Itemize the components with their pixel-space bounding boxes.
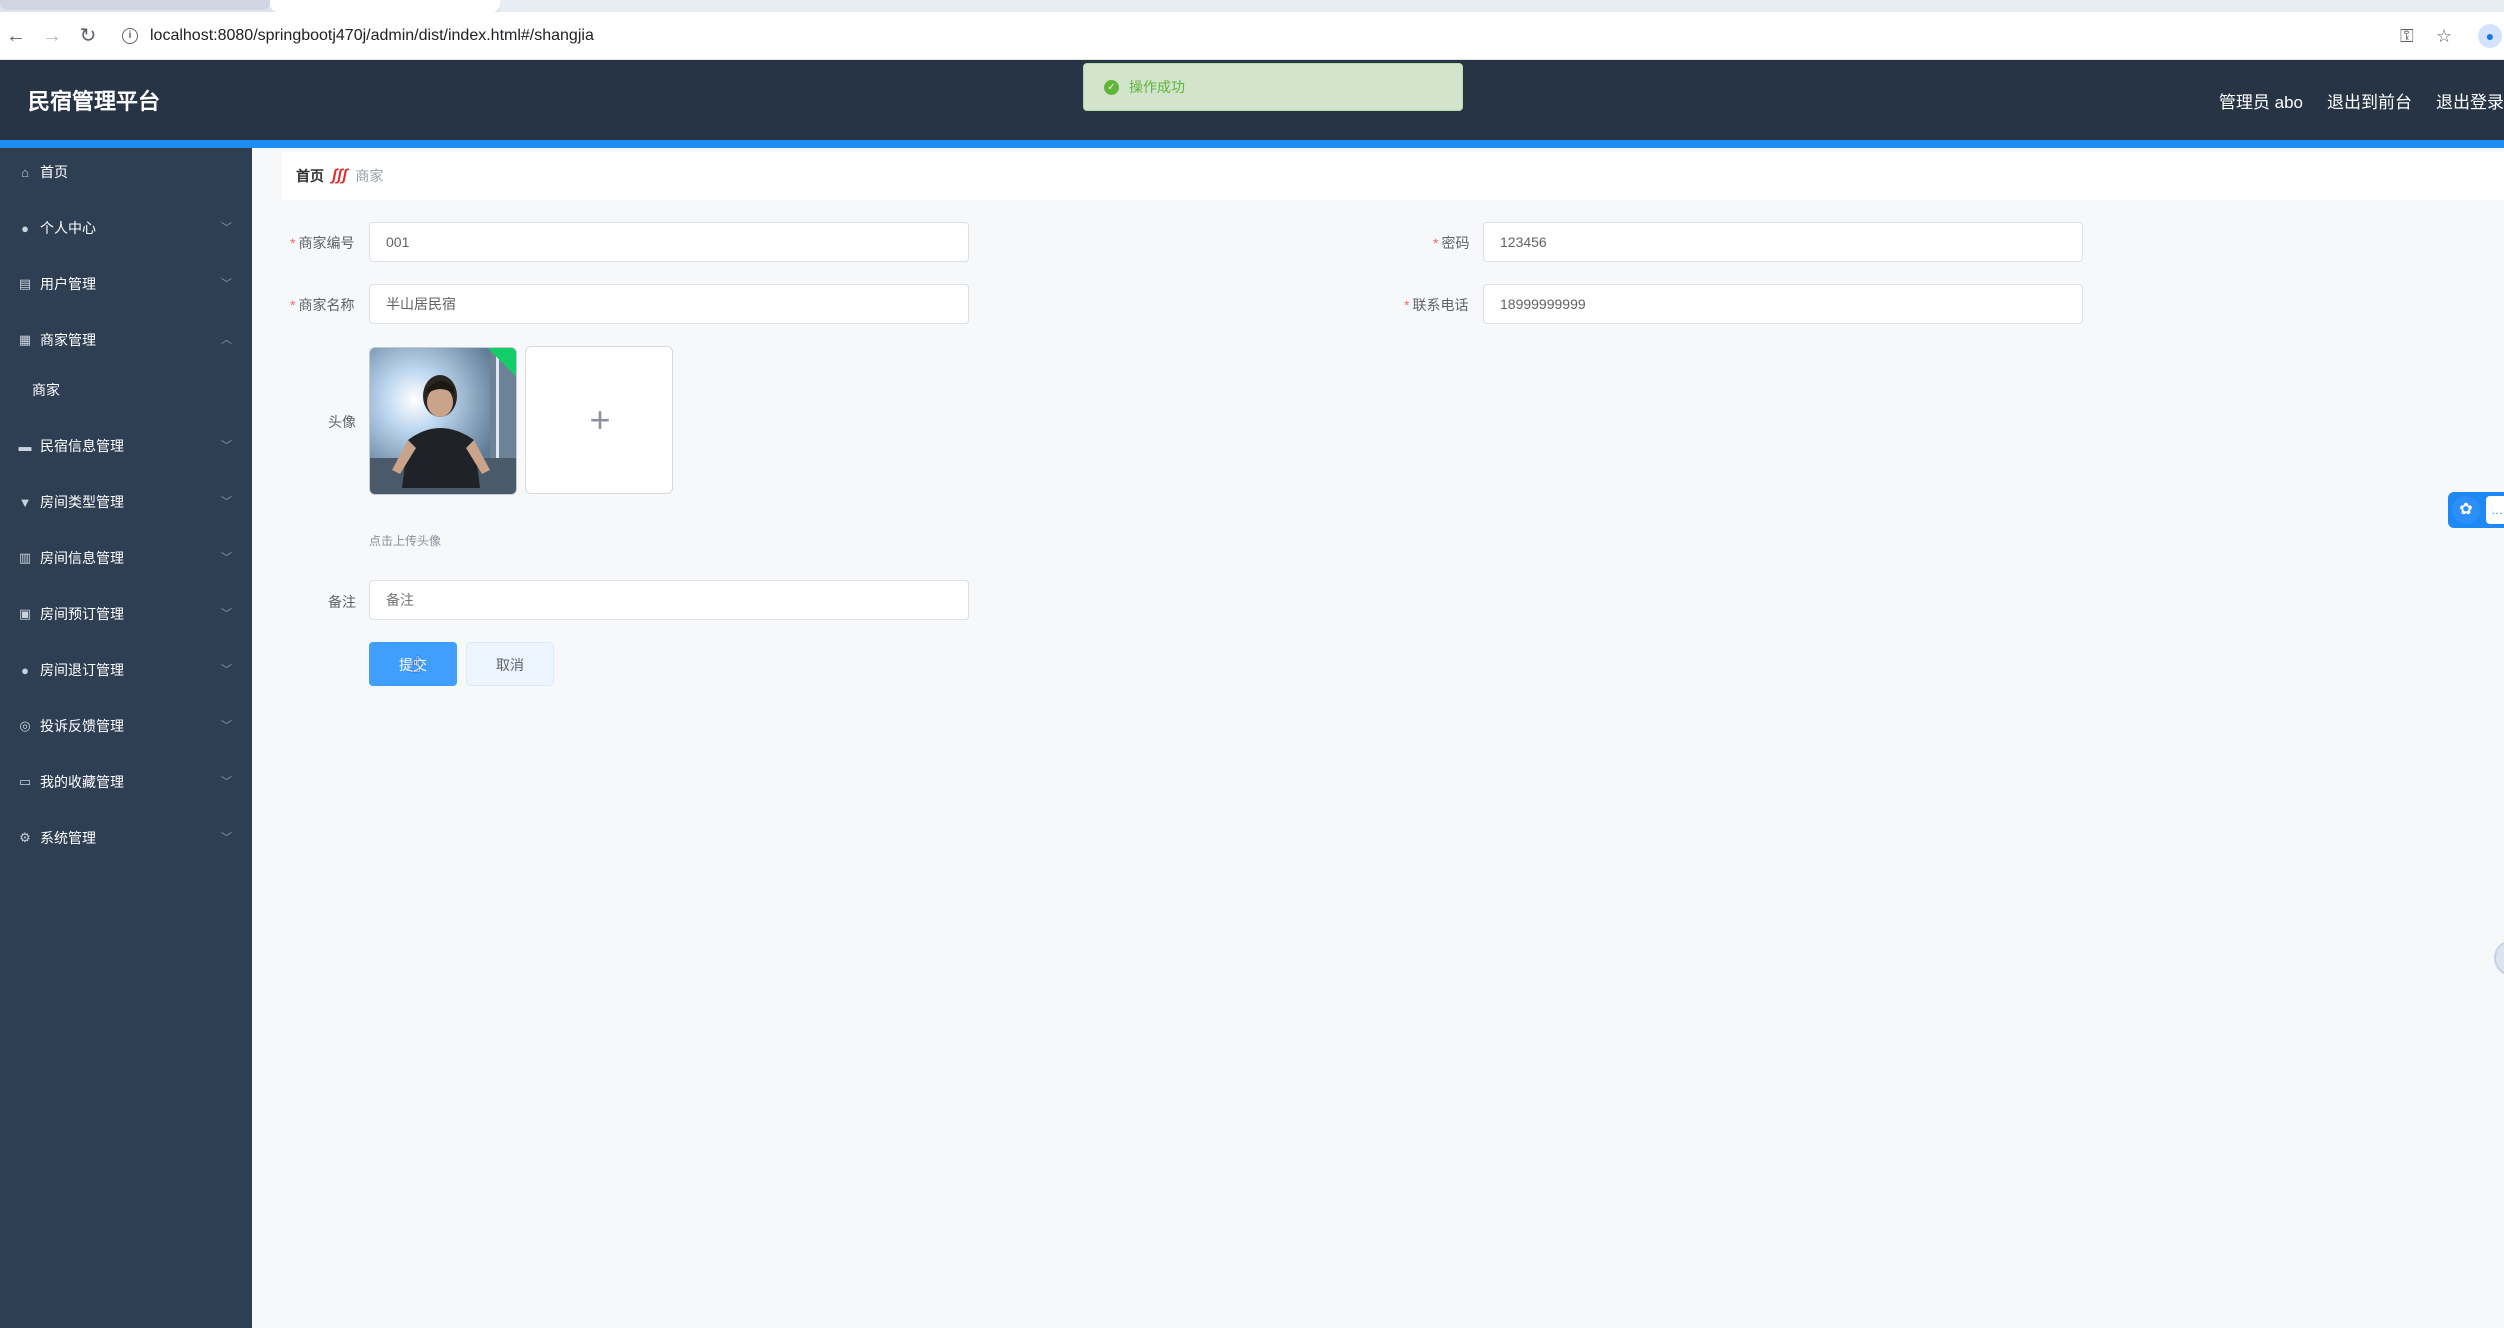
sidebar-item-label: 个人中心 [40, 220, 96, 236]
browser-tab-strip [0, 0, 2504, 12]
header-actions: 管理员 abo 退出到前台 退出登录 [2219, 88, 2504, 113]
success-check-icon: ✓ [1104, 79, 1119, 95]
chevron-down-icon: ﹀ [221, 222, 232, 234]
bed-icon: ▬ [18, 438, 32, 454]
sidebar-item-label: 首页 [40, 164, 68, 180]
phone-input[interactable]: 18999999999 [1483, 284, 2083, 324]
back-arrow-icon[interactable]: ← [4, 24, 28, 48]
sidebar-item-room-cancel[interactable]: ● 房间退订管理 ﹀ [0, 646, 252, 694]
success-toast: ✓ 操作成功 [1083, 63, 1463, 111]
plus-icon: + [589, 399, 611, 440]
avatar-image[interactable]: ✓ [369, 347, 517, 495]
sidebar-item-label: 房间信息管理 [40, 550, 124, 566]
floating-assistant-widget[interactable]: ✿ … [2448, 492, 2504, 528]
chart-icon: ▥ [18, 550, 32, 565]
sidebar-item-label: 房间退订管理 [40, 662, 124, 678]
sidebar-item-label: 房间预订管理 [40, 606, 124, 622]
compass-icon: ◎ [19, 718, 31, 733]
key-icon[interactable]: ⚿ [2400, 26, 2414, 47]
sidebar-item-label: 民宿信息管理 [40, 438, 124, 454]
chevron-down-icon: ﹀ [221, 608, 232, 620]
sidebar-item-label: 商家管理 [40, 332, 96, 348]
logout-link[interactable]: 退出登录 [2436, 88, 2504, 113]
breadcrumb-home[interactable]: 首页 [296, 166, 324, 186]
site-info-icon[interactable]: i [122, 28, 138, 44]
to-front-link[interactable]: 退出到前台 [2327, 88, 2412, 113]
breadcrumb-separator-icon: ʃʃʃ [332, 167, 348, 184]
sidebar-item-complaint[interactable]: ◎ 投诉反馈管理 ﹀ [0, 702, 252, 750]
sidebar-subitem-label: 商家 [32, 382, 60, 398]
chevron-down-icon: ﹀ [221, 720, 232, 732]
merchant-name-label: * 商家名称 [290, 297, 355, 313]
gear-icon: ⚙ [19, 830, 31, 845]
sidebar-item-homestay-info[interactable]: ▬ 民宿信息管理 ﹀ [0, 422, 252, 470]
sidebar: ⌂ 首页 ● 个人中心 ﹀ ▤ 用户管理 ﹀ ▦ 商家管理 ︿ 商家 ▬ 民宿信… [0, 148, 252, 1328]
chevron-down-icon: ﹀ [221, 278, 232, 290]
person-icon: ● [21, 662, 29, 678]
sidebar-item-label: 我的收藏管理 [40, 774, 124, 790]
browser-tab-active[interactable] [270, 0, 500, 12]
sidebar-item-home[interactable]: ⌂ 首页 [0, 148, 252, 196]
password-label: * 密码 [1433, 235, 1470, 251]
assistant-icon: ✿ [2452, 496, 2480, 524]
sidebar-item-personal-center[interactable]: ● 个人中心 ﹀ [0, 204, 252, 252]
briefcase-icon: ▤ [18, 276, 32, 291]
remark-input[interactable] [369, 580, 969, 620]
sidebar-item-favorites[interactable]: ▭ 我的收藏管理 ﹀ [0, 758, 252, 806]
clipboard-icon: ▦ [18, 332, 32, 347]
phone-label: * 联系电话 [1404, 297, 1469, 313]
avatar-photo [370, 348, 516, 494]
breadcrumb-current: 商家 [355, 168, 384, 184]
avatar-upload-tip: 点击上传头像 [369, 534, 442, 548]
sidebar-item-room-type[interactable]: ▼ 房间类型管理 ﹀ [0, 478, 252, 526]
profile-icon[interactable]: ● [2478, 24, 2502, 48]
mouse-cursor-icon: ☝ [408, 652, 422, 677]
sidebar-item-label: 房间类型管理 [40, 494, 124, 510]
sidebar-item-label: 系统管理 [40, 830, 96, 846]
browser-tab-area [500, 0, 2504, 12]
avatar-upload-button[interactable]: + [525, 346, 673, 494]
sidebar-item-label: 投诉反馈管理 [40, 718, 124, 734]
password-input[interactable]: 123456 [1483, 222, 2083, 262]
sidebar-item-label: 用户管理 [40, 276, 96, 292]
header-accent-bar [0, 140, 2504, 148]
merchant-name-input[interactable]: 半山居民宿 [369, 284, 969, 324]
merchant-no-label: * 商家编号 [290, 235, 355, 251]
browser-tab[interactable] [0, 0, 270, 10]
sidebar-item-room-booking[interactable]: ▣ 房间预订管理 ﹀ [0, 590, 252, 638]
bookmark-star-icon[interactable]: ☆ [2436, 26, 2452, 47]
tag-icon: ▼ [18, 494, 32, 510]
chevron-down-icon: ﹀ [221, 832, 232, 844]
document-icon: ▣ [18, 606, 32, 621]
toast-message: 操作成功 [1129, 79, 1185, 95]
chevron-down-icon: ﹀ [221, 552, 232, 564]
floating-side-handle[interactable] [2494, 940, 2504, 976]
sidebar-item-merchant-management[interactable]: ▦ 商家管理 ︿ [0, 316, 252, 364]
assistant-tab[interactable]: … [2486, 496, 2504, 524]
user-icon: ● [21, 220, 29, 236]
chevron-down-icon: ﹀ [221, 776, 232, 788]
admin-user-label: 管理员 abo [2218, 93, 2303, 112]
address-bar[interactable]: i localhost:8080/springbootj470j/admin/d… [112, 20, 2372, 52]
browser-toolbar: ← → ↻ i localhost:8080/springbootj470j/a… [0, 12, 2504, 60]
sidebar-item-room-info[interactable]: ▥ 房间信息管理 ﹀ [0, 534, 252, 582]
book-icon: ▭ [18, 774, 32, 789]
remark-label: 备注 [328, 594, 356, 610]
sidebar-subitem-merchant[interactable]: 商家 [0, 368, 252, 412]
cancel-button[interactable]: 取消 [466, 642, 554, 686]
chevron-down-icon: ﹀ [221, 440, 232, 452]
avatar-label: 头像 [328, 414, 356, 430]
url-text[interactable]: localhost:8080/springbootj470j/admin/dis… [150, 27, 594, 45]
app-title: 民宿管理平台 [28, 89, 161, 114]
reload-icon[interactable]: ↻ [76, 24, 100, 48]
sidebar-item-system[interactable]: ⚙ 系统管理 ﹀ [0, 814, 252, 862]
breadcrumb: 首页 ʃʃʃ 商家 [282, 152, 2504, 200]
forward-arrow-icon[interactable]: → [40, 24, 64, 48]
chevron-down-icon: ﹀ [221, 496, 232, 508]
chevron-down-icon: ﹀ [221, 664, 232, 676]
sidebar-item-user-management[interactable]: ▤ 用户管理 ﹀ [0, 260, 252, 308]
chevron-up-icon: ︿ [221, 334, 232, 346]
merchant-no-input[interactable]: 001 [369, 222, 969, 262]
home-icon: ⌂ [21, 164, 29, 180]
